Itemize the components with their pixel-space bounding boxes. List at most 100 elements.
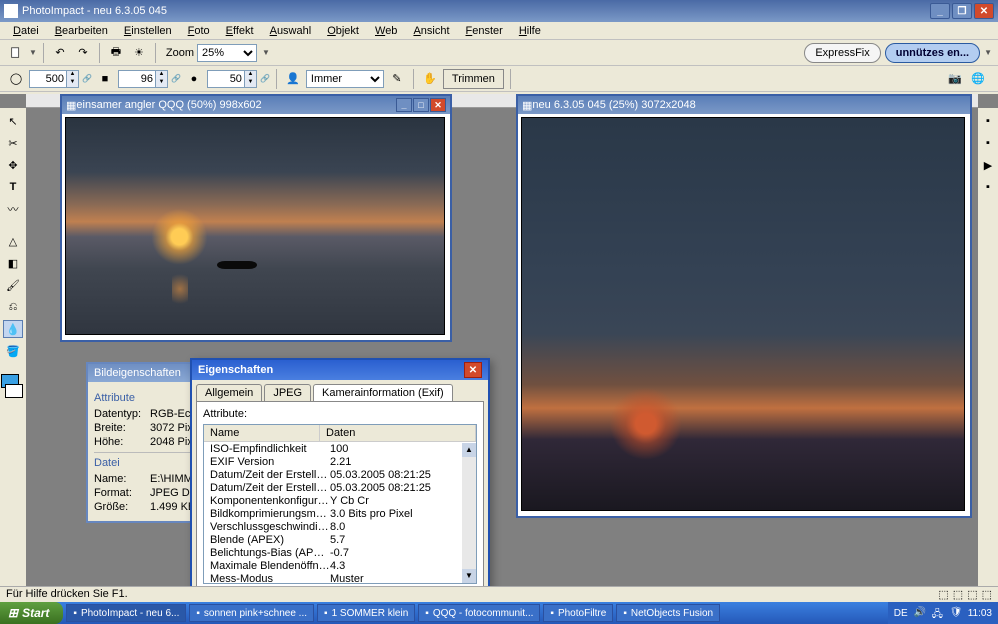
exif-row[interactable]: Blende (APEX)5.7: [204, 534, 462, 547]
ellipse-tool-icon[interactable]: ◯: [6, 69, 26, 89]
exif-row[interactable]: Verschlussgeschwindigke...8.0: [204, 521, 462, 534]
zoom-combo[interactable]: 25%: [197, 44, 257, 62]
tray-icon-1[interactable]: ⬚: [938, 588, 948, 601]
wand-icon[interactable]: ✎: [387, 69, 407, 89]
col-data[interactable]: Daten: [320, 425, 476, 441]
menu-effekt[interactable]: Effekt: [219, 24, 261, 38]
brightness-button[interactable]: ☀: [129, 43, 149, 63]
exif-row[interactable]: Datum/Zeit der Erstellung...05.03.2005 0…: [204, 469, 462, 482]
exif-row[interactable]: Maximale Blendenöffnung...4.3: [204, 560, 462, 573]
globe-icon[interactable]: 🌐: [968, 69, 988, 89]
hand-icon[interactable]: ✋: [420, 69, 440, 89]
eraser-tool[interactable]: ◧: [3, 254, 23, 272]
close-button[interactable]: ✕: [974, 3, 994, 19]
child-close-button[interactable]: ✕: [430, 98, 446, 112]
menu-auswahl[interactable]: Auswahl: [263, 24, 319, 38]
clock[interactable]: 11:03: [968, 608, 992, 619]
person-icon[interactable]: 👤: [283, 69, 303, 89]
text-tool[interactable]: T: [3, 178, 23, 196]
start-button[interactable]: ⊞ Start: [0, 602, 63, 624]
spinner-3-input[interactable]: [208, 73, 244, 85]
menu-hilfe[interactable]: Hilfe: [512, 24, 548, 38]
color-swatches[interactable]: [1, 374, 25, 396]
tab-2[interactable]: Kamerainformation (Exif): [313, 384, 453, 401]
exif-row[interactable]: Mess-ModusMuster: [204, 573, 462, 583]
tray-icon-3[interactable]: ⬚: [967, 588, 977, 601]
image-window-1[interactable]: ▦ einsamer angler QQQ (50%) 998x602 _ □ …: [60, 94, 452, 342]
brush-tool[interactable]: 🖌: [3, 276, 23, 294]
menu-objekt[interactable]: Objekt: [320, 24, 366, 38]
taskbar-task[interactable]: ▪PhotoFiltre: [543, 604, 613, 622]
image-canvas-2[interactable]: [521, 117, 965, 511]
menu-fenster[interactable]: Fenster: [459, 24, 510, 38]
panel-toggle-3[interactable]: ▶: [978, 156, 998, 174]
child-minimize-button[interactable]: _: [396, 98, 412, 112]
taskbar-task[interactable]: ▪PhotoImpact - neu 6...: [66, 604, 186, 622]
crop-tool[interactable]: ✂: [3, 134, 23, 152]
exif-table[interactable]: Name Daten ISO-Empfindlichkeit100EXIF Ve…: [203, 424, 477, 584]
image-window-1-titlebar[interactable]: ▦ einsamer angler QQQ (50%) 998x602 _ □ …: [62, 96, 450, 114]
system-tray[interactable]: DE 🔊 🖧 🛡 11:03: [888, 602, 998, 624]
panel-toggle-1[interactable]: ▪: [978, 112, 998, 130]
redo-button[interactable]: ↷: [73, 43, 93, 63]
menu-ansicht[interactable]: Ansicht: [406, 24, 456, 38]
retouch-tool[interactable]: 💧: [3, 320, 23, 338]
scrollbar[interactable]: ▲ ▼: [462, 443, 476, 583]
spinner-2[interactable]: ▲▼: [118, 70, 168, 88]
right-dropdown-icon[interactable]: ▼: [984, 48, 992, 57]
new-button[interactable]: [6, 43, 26, 63]
taskbar-task[interactable]: ▪1 SOMMER klein: [317, 604, 415, 622]
image-canvas-1[interactable]: [65, 117, 445, 335]
exif-row[interactable]: KomponentenkonfigurationY Cb Cr: [204, 495, 462, 508]
clone-tool[interactable]: ⎌: [3, 298, 23, 316]
menu-bearbeiten[interactable]: Bearbeiten: [48, 24, 115, 38]
unnutzes-button[interactable]: unnützes en...: [885, 43, 980, 63]
menu-foto[interactable]: Foto: [181, 24, 217, 38]
taskbar-task[interactable]: ▪QQQ - fotocommunit...: [418, 604, 540, 622]
spinner-2-input[interactable]: [119, 73, 155, 85]
exif-row[interactable]: EXIF Version2.21: [204, 456, 462, 469]
immer-combo[interactable]: Immer: [306, 70, 384, 88]
menu-web[interactable]: Web: [368, 24, 404, 38]
panel-toggle-2[interactable]: ▪: [978, 134, 998, 152]
link-icon[interactable]: 🔗: [82, 74, 92, 83]
camera-icon[interactable]: 📷: [945, 69, 965, 89]
child-maximize-button[interactable]: □: [413, 98, 429, 112]
zoom-dropdown-icon[interactable]: ▼: [262, 48, 270, 57]
tray-network-icon[interactable]: 🖧: [932, 607, 944, 619]
taskbar-task[interactable]: ▪sonnen pink+schnee ...: [189, 604, 314, 622]
exif-row[interactable]: Bildkomprimierungsmodus3.0 Bits pro Pixe…: [204, 508, 462, 521]
circle-fill-icon[interactable]: ●: [184, 69, 204, 89]
link-icon-2[interactable]: 🔗: [171, 74, 181, 83]
dialog-close-button[interactable]: ✕: [464, 362, 482, 378]
square-tool-icon[interactable]: ■: [95, 69, 115, 89]
move-tool[interactable]: ✥: [3, 156, 23, 174]
pointer-tool[interactable]: ↖: [3, 112, 23, 130]
taskbar-task[interactable]: ▪NetObjects Fusion: [616, 604, 720, 622]
col-name[interactable]: Name: [204, 425, 320, 441]
exif-row[interactable]: Belichtungs-Bias (APEX)-0.7: [204, 547, 462, 560]
spinner-1[interactable]: ▲▼: [29, 70, 79, 88]
exif-row[interactable]: Datum/Zeit der Erstellung...05.03.2005 0…: [204, 482, 462, 495]
menu-datei[interactable]: Datei: [6, 24, 46, 38]
lang-indicator[interactable]: DE: [894, 608, 908, 619]
print-button[interactable]: 🖶: [106, 43, 126, 63]
dropdown-arrow-icon[interactable]: ▼: [29, 48, 37, 57]
trimmen-button[interactable]: Trimmen: [443, 69, 504, 89]
path-tool[interactable]: 〰: [3, 200, 23, 218]
dialog-titlebar[interactable]: Eigenschaften ✕: [192, 360, 488, 380]
tray-volume-icon[interactable]: 🔊: [914, 607, 926, 619]
spinner-1-input[interactable]: [30, 73, 66, 85]
tab-0[interactable]: Allgemein: [196, 384, 262, 401]
fill-tool[interactable]: 🪣: [3, 342, 23, 360]
menu-einstellen[interactable]: Einstellen: [117, 24, 179, 38]
scroll-down-icon[interactable]: ▼: [462, 569, 476, 583]
expressfix-button[interactable]: ExpressFix: [804, 43, 880, 63]
properties-dialog[interactable]: Eigenschaften ✕ AllgemeinJPEGKamerainfor…: [190, 358, 490, 607]
tray-icon-4[interactable]: ⬚: [982, 588, 992, 601]
tray-shield-icon[interactable]: 🛡: [950, 607, 962, 619]
exif-row[interactable]: ISO-Empfindlichkeit100: [204, 443, 462, 456]
panel-toggle-4[interactable]: ▪: [978, 178, 998, 196]
image-window-2-titlebar[interactable]: ▦ neu 6.3.05 045 (25%) 3072x2048: [518, 96, 970, 114]
restore-button[interactable]: ❐: [952, 3, 972, 19]
